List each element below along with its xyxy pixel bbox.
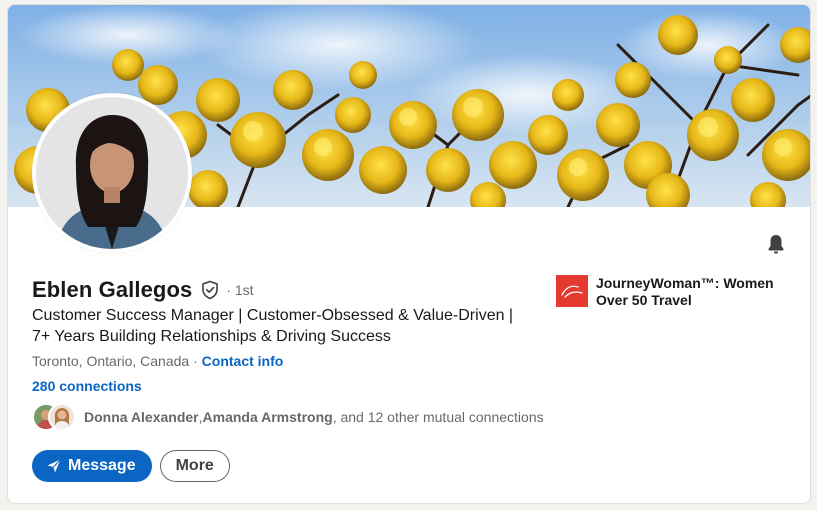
- profile-name: Eblen Gallegos: [32, 277, 193, 302]
- company-name: JourneyWoman™: Women Over 50 Travel: [596, 275, 774, 308]
- more-button[interactable]: More: [159, 450, 230, 482]
- action-buttons: Message More: [32, 450, 230, 482]
- mutual-connections[interactable]: Donna Alexander, Amanda Armstrong, and 1…: [32, 403, 544, 431]
- profile-photo: [36, 97, 188, 249]
- verified-shield-icon[interactable]: [200, 280, 220, 300]
- mutual-person-1: Donna Alexander: [84, 409, 199, 425]
- message-button-label: Message: [68, 457, 136, 474]
- profile-photo-frame[interactable]: [32, 93, 192, 253]
- company-logo: [556, 275, 588, 307]
- connection-degree: · 1st: [226, 282, 254, 298]
- name-row: Eblen Gallegos · 1st: [32, 277, 254, 303]
- message-button[interactable]: Message: [32, 450, 152, 482]
- connections-link[interactable]: 280 connections: [32, 378, 142, 394]
- mutual-avatars: [32, 403, 78, 431]
- current-company[interactable]: JourneyWoman™: Women Over 50 Travel: [556, 275, 796, 309]
- profile-card: Eblen Gallegos · 1st Customer Success Ma…: [7, 4, 811, 504]
- mutual-person-2: Amanda Armstrong: [202, 409, 333, 425]
- bell-icon[interactable]: [764, 232, 788, 256]
- profile-headline: Customer Success Manager | Customer-Obse…: [32, 307, 514, 345]
- send-icon: [47, 459, 61, 473]
- location-row: Toronto, Ontario, Canada · Contact info: [32, 353, 283, 369]
- profile-location: Toronto, Ontario, Canada: [32, 353, 190, 369]
- contact-info-link[interactable]: Contact info: [202, 353, 284, 369]
- avatar: [48, 403, 76, 431]
- mutual-rest: , and 12 other mutual connections: [332, 409, 544, 425]
- location-separator: ·: [189, 353, 202, 369]
